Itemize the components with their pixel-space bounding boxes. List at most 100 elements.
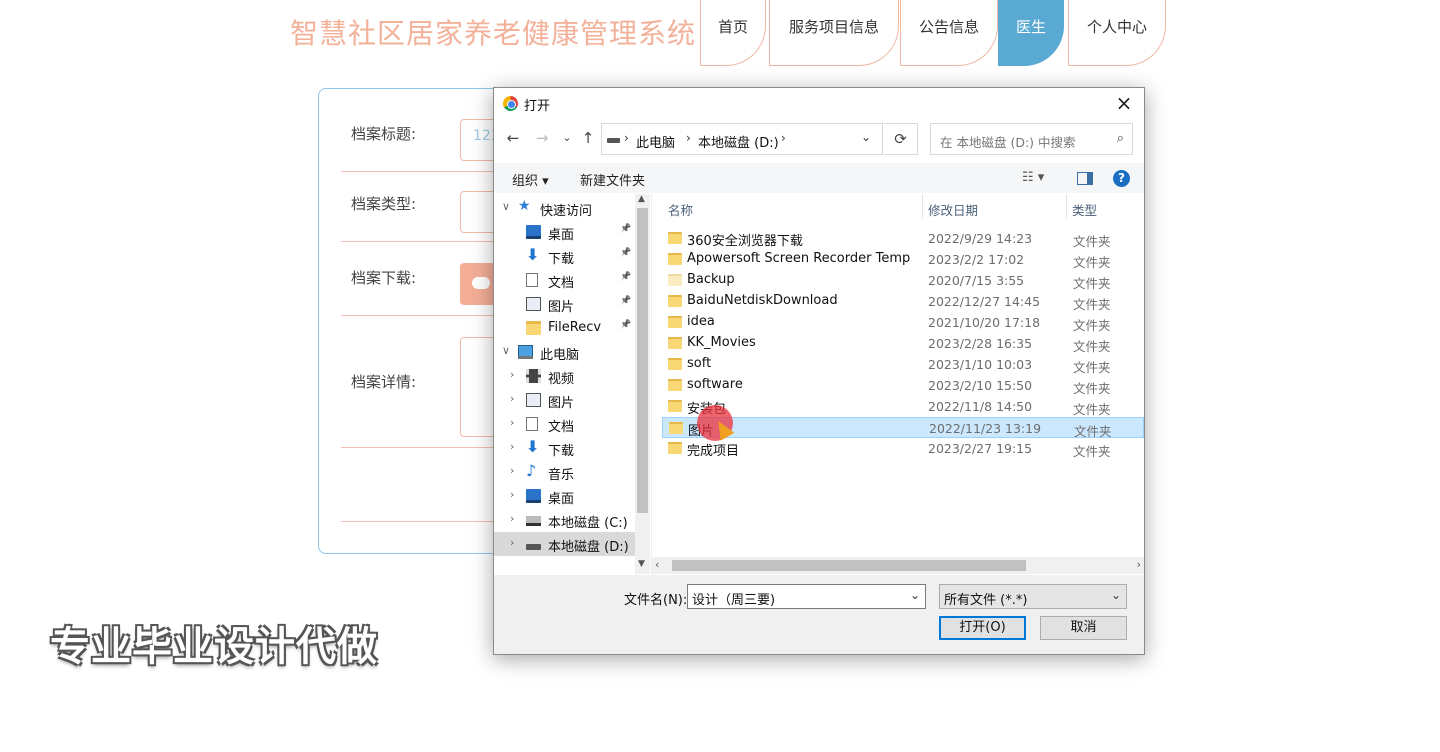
- drive-icon: [607, 138, 620, 143]
- file-row[interactable]: 360安全浏览器下载 2022/9/29 14:23 文件夹: [662, 228, 1144, 249]
- file-type: 文件夹: [1073, 360, 1111, 375]
- tree-item[interactable]: › 桌面: [494, 484, 650, 508]
- help-icon[interactable]: ?: [1113, 170, 1130, 187]
- cancel-button[interactable]: 取消: [1040, 616, 1127, 640]
- chevron-down-icon[interactable]: ∨: [502, 200, 510, 213]
- up-arrow-icon[interactable]: ↑: [578, 129, 598, 147]
- preview-pane-icon[interactable]: [1077, 172, 1093, 185]
- chevron-right-icon[interactable]: ›: [510, 512, 514, 525]
- tree-item[interactable]: › 视频: [494, 364, 650, 388]
- chevron-down-icon[interactable]: ⌄: [861, 130, 871, 144]
- nav-tab-2[interactable]: 公告信息: [900, 0, 998, 66]
- tree-scrollbar[interactable]: ▲ ▼: [635, 194, 650, 574]
- pin-icon: 📌: [620, 224, 632, 234]
- breadcrumb-this-pc[interactable]: 此电脑: [636, 132, 675, 151]
- file-row[interactable]: 安装包2022/11/8 14:50文件夹: [662, 396, 1144, 417]
- chevron-right-icon[interactable]: ›: [510, 488, 514, 501]
- tree-item-label: 图片: [548, 396, 575, 411]
- tree-item[interactable]: ⬇ 下载 📌: [494, 244, 650, 268]
- close-button[interactable]: ×: [1112, 91, 1136, 115]
- column-header-type[interactable]: 类型: [1066, 194, 1144, 224]
- tree-item[interactable]: › 本地磁盘 (C:): [494, 508, 650, 532]
- chevron-right-icon[interactable]: ›: [510, 440, 514, 453]
- folder-icon: [668, 253, 682, 265]
- scrollbar-thumb[interactable]: [672, 560, 1026, 571]
- recent-locations-icon[interactable]: ⌄: [557, 131, 577, 144]
- nav-tab-0[interactable]: 首页: [700, 0, 766, 66]
- forward-arrow-icon[interactable]: →: [532, 129, 552, 147]
- horizontal-scrollbar[interactable]: ‹ ›: [652, 557, 1144, 574]
- file-name: idea: [687, 314, 715, 329]
- tree-item[interactable]: › 图片: [494, 388, 650, 412]
- search-input[interactable]: 在 本地磁盘 (D:) 中搜索 ⌕: [930, 123, 1133, 155]
- file-row[interactable]: 图片2022/11/23 13:19文件夹: [662, 417, 1144, 439]
- chevron-right-icon[interactable]: ›: [510, 416, 514, 429]
- file-row[interactable]: idea 2021/10/20 17:18 文件夹: [662, 312, 1144, 333]
- file-row[interactable]: software 2023/2/10 15:50 文件夹: [662, 375, 1144, 396]
- tree-item[interactable]: ∨ ★ 快速访问: [494, 196, 650, 220]
- tree-item[interactable]: FileRecv 📌: [494, 316, 650, 340]
- file-date: 2022/11/8 14:50: [928, 399, 1033, 414]
- refresh-icon[interactable]: ⟳: [884, 123, 918, 155]
- tree-item[interactable]: › 本地磁盘 (D:): [494, 532, 650, 556]
- file-type: 文件夹: [1073, 234, 1111, 249]
- chevron-right-icon[interactable]: ›: [510, 392, 514, 405]
- filetype-select[interactable]: 所有文件 (*.*) ⌄: [939, 584, 1127, 609]
- column-header-date[interactable]: 修改日期: [922, 194, 1066, 224]
- folder-icon: [526, 321, 541, 335]
- search-placeholder: 在 本地磁盘 (D:) 中搜索: [940, 135, 1076, 150]
- chevron-down-icon[interactable]: ⌄: [910, 588, 920, 602]
- filetype-value: 所有文件 (*.*): [944, 593, 1028, 608]
- filename-input[interactable]: 设计（周三要) ⌄: [687, 584, 926, 609]
- label-archive-type: 档案类型:: [351, 195, 417, 213]
- breadcrumb-drive-d[interactable]: 本地磁盘 (D:): [698, 132, 779, 151]
- scroll-right-icon[interactable]: ›: [1137, 558, 1141, 571]
- chevron-right-icon[interactable]: ›: [510, 536, 514, 549]
- file-row[interactable]: KK_Movies 2023/2/28 16:35 文件夹: [662, 333, 1144, 354]
- scrollbar-thumb[interactable]: [637, 208, 648, 513]
- tree-item[interactable]: › 文档: [494, 412, 650, 436]
- new-folder-button[interactable]: 新建文件夹: [580, 170, 645, 189]
- scroll-down-icon[interactable]: ▼: [638, 559, 645, 569]
- file-row[interactable]: BaiduNetdiskDownload 2022/12/27 14:45 文件夹: [662, 291, 1144, 312]
- chevron-down-icon[interactable]: ∨: [502, 344, 510, 357]
- scroll-left-icon[interactable]: ‹: [655, 558, 659, 571]
- desktop-icon: [526, 489, 541, 503]
- file-row[interactable]: soft 2023/1/10 10:03 文件夹: [662, 354, 1144, 375]
- nav-tab-4[interactable]: 个人中心: [1068, 0, 1166, 66]
- file-type: 文件夹: [1073, 318, 1111, 333]
- file-row[interactable]: Backup 2020/7/15 3:55 文件夹: [662, 270, 1144, 291]
- organize-menu[interactable]: 组织 ▾: [512, 170, 549, 189]
- tree-item[interactable]: 图片 📌: [494, 292, 650, 316]
- view-options-icon[interactable]: ☷ ▾: [1022, 170, 1044, 185]
- file-name: KK_Movies: [687, 335, 756, 350]
- tree-item[interactable]: 文档 📌: [494, 268, 650, 292]
- navigation-bar: ← → ⌄ ↑ › 此电脑 › 本地磁盘 (D:) › ⌄ ⟳ 在 本地磁盘 (…: [494, 122, 1144, 156]
- nav-tab-3[interactable]: 医生: [998, 0, 1064, 66]
- tree-item-label: 图片: [548, 300, 575, 315]
- chevron-right-icon[interactable]: ›: [510, 464, 514, 477]
- dialog-titlebar[interactable]: 打开 ×: [494, 88, 1144, 118]
- file-date: 2023/1/10 10:03: [928, 357, 1033, 372]
- nav-tab-1[interactable]: 服务项目信息: [769, 0, 899, 66]
- folder-icon: [668, 316, 682, 328]
- back-arrow-icon[interactable]: ←: [503, 129, 523, 147]
- label-archive-title: 档案标题:: [351, 125, 417, 143]
- tree-item[interactable]: 桌面 📌: [494, 220, 650, 244]
- column-header-name[interactable]: 名称 ˄: [662, 194, 918, 224]
- chrome-icon: [503, 96, 518, 111]
- file-type: 文件夹: [1073, 297, 1111, 312]
- chevron-right-icon[interactable]: ›: [510, 368, 514, 381]
- file-row[interactable]: Apowersoft Screen Recorder Temp 2023/2/2 …: [662, 249, 1144, 270]
- file-row[interactable]: 完成项目 2023/2/27 19:15 文件夹: [662, 438, 1144, 459]
- scroll-up-icon[interactable]: ▲: [638, 194, 645, 204]
- open-button[interactable]: 打开(O): [939, 616, 1026, 640]
- tree-item-label: 桌面: [548, 228, 575, 243]
- pin-icon: 📌: [620, 320, 632, 330]
- tree-item[interactable]: ∨ 此电脑: [494, 340, 650, 364]
- tree-item[interactable]: › ♪ 音乐: [494, 460, 650, 484]
- folder-icon: [668, 232, 682, 244]
- column-type-label: 类型: [1072, 203, 1098, 218]
- tree-item[interactable]: › ⬇ 下载: [494, 436, 650, 460]
- address-bar[interactable]: › 此电脑 › 本地磁盘 (D:) › ⌄: [601, 123, 883, 155]
